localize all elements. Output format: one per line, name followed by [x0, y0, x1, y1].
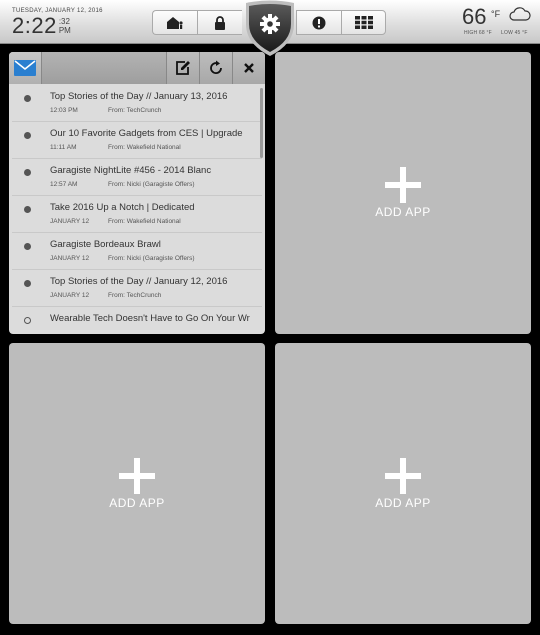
add-app-panel-bottom-right[interactable]: ADD APP [275, 343, 531, 624]
close-icon [244, 63, 254, 73]
weather-widget: 66 °F HIGH 68 °F LOW 45 °F [462, 5, 537, 39]
weather-temp: 66 [462, 4, 487, 29]
mail-time: 12:57 AM [50, 181, 78, 188]
mail-from: From: Wakefield National [108, 144, 181, 151]
mail-item[interactable]: Top Stories of the Day // January 12, 20… [12, 270, 262, 307]
unread-indicator [24, 169, 31, 176]
compose-icon [176, 61, 190, 75]
mail-subject: Top Stories of the Day // January 12, 20… [50, 276, 228, 287]
unread-indicator [24, 243, 31, 250]
add-app-panel-bottom-left[interactable]: ADD APP [9, 343, 265, 624]
mail-toolbar [9, 52, 265, 84]
grid-icon [354, 16, 373, 29]
plus-icon [385, 457, 421, 494]
mail-time: JANUARY 12 [50, 292, 90, 299]
clock: TUESDAY, JANUARY 12, 2016 2:22 :32 PM [12, 8, 103, 37]
mail-item[interactable]: Wearable Tech Doesn't Have to Go On Your… [12, 307, 262, 334]
mail-time: 12:03 PM [50, 107, 78, 114]
close-button[interactable] [232, 52, 265, 84]
add-app-label: ADD APP [109, 495, 165, 510]
mail-from: From: TechCrunch [108, 292, 162, 299]
mail-from: From: TechCrunch [108, 107, 162, 114]
weather-low: LOW 45 °F [501, 30, 528, 36]
refresh-icon [210, 60, 222, 74]
nav-apps-button[interactable] [341, 10, 386, 35]
read-indicator [24, 317, 31, 324]
unread-indicator [24, 95, 31, 102]
cloud-icon [509, 7, 531, 21]
compose-button[interactable] [166, 52, 199, 84]
shield-gear-icon [246, 0, 294, 56]
plus-icon [119, 457, 155, 494]
weather-high: HIGH 68 °F [464, 30, 492, 36]
settings-shield-button[interactable] [243, 0, 297, 58]
mail-item[interactable]: Garagiste Bordeaux Brawl JANUARY 12 From… [12, 233, 262, 270]
mail-from: From: Wakefield National [108, 218, 181, 225]
home-person-icon [167, 16, 183, 29]
mail-item[interactable]: Take 2016 Up a Notch | Dedicated JANUARY… [12, 196, 262, 233]
nav-alerts-button[interactable] [296, 10, 341, 35]
unread-indicator [24, 132, 31, 139]
mail-subject: Our 10 Favorite Gadgets from CES | Upgra… [50, 128, 243, 139]
nav-security-button[interactable] [197, 10, 242, 35]
top-bar: TUESDAY, JANUARY 12, 2016 2:22 :32 PM 66… [0, 0, 540, 56]
clock-seconds: :32 [58, 17, 70, 26]
alert-icon [312, 16, 326, 29]
clock-time: 2:22 [12, 13, 57, 38]
add-app-label: ADD APP [375, 495, 431, 510]
mail-widget: Top Stories of the Day // January 13, 20… [9, 52, 265, 334]
plus-icon [385, 167, 421, 203]
lock-icon [215, 15, 225, 30]
envelope-icon [14, 60, 36, 76]
mail-item[interactable]: Top Stories of the Day // January 13, 20… [12, 85, 262, 122]
mail-subject: Wearable Tech Doesn't Have to Go On Your… [50, 313, 250, 324]
mail-subject: Top Stories of the Day // January 13, 20… [50, 91, 228, 102]
mail-item[interactable]: Our 10 Favorite Gadgets from CES | Upgra… [12, 122, 262, 159]
mail-time: JANUARY 12 [50, 218, 90, 225]
unread-indicator [24, 206, 31, 213]
weather-unit: °F [491, 9, 501, 19]
mail-from: From: Nicki (Garagiste Offers) [108, 255, 195, 262]
mail-time: JANUARY 12 [50, 255, 90, 262]
mail-item[interactable]: Garagiste NightLite #456 - 2014 Blanc 12… [12, 159, 262, 196]
unread-indicator [24, 280, 31, 287]
clock-ampm: PM [58, 26, 71, 35]
add-app-label: ADD APP [375, 205, 431, 219]
mail-app-button[interactable] [9, 52, 42, 84]
mail-scrollbar[interactable] [260, 88, 263, 158]
refresh-button[interactable] [199, 52, 232, 84]
add-app-panel-top-right[interactable]: ADD APP [275, 52, 531, 334]
mail-subject: Garagiste Bordeaux Brawl [50, 239, 161, 250]
mail-list: Top Stories of the Day // January 13, 20… [9, 85, 265, 334]
mail-from: From: Nicki (Garagiste Offers) [108, 181, 195, 188]
mail-subject: Take 2016 Up a Notch | Dedicated [50, 202, 195, 213]
mail-time: 11:11 AM [50, 144, 77, 151]
nav-home-button[interactable] [152, 10, 197, 35]
mail-subject: Garagiste NightLite #456 - 2014 Blanc [50, 165, 212, 176]
